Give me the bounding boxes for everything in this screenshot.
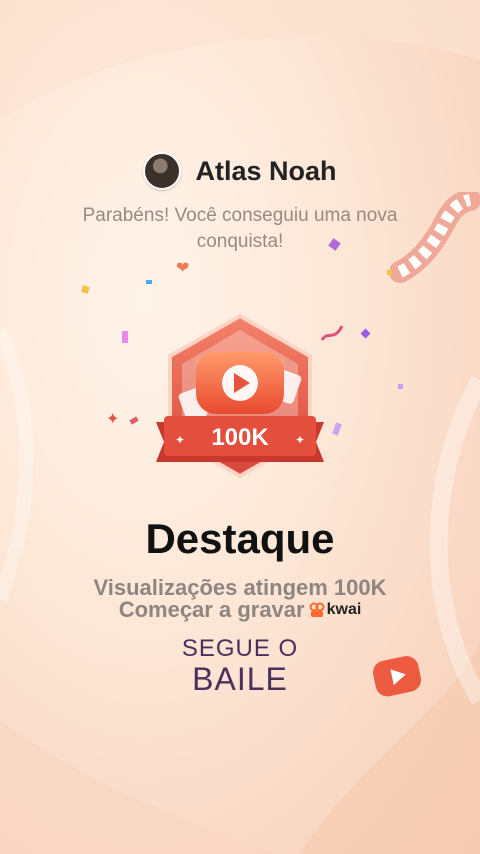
kwai-label: kwai (326, 601, 362, 618)
record-cta-label: Começar a gravar (118, 597, 305, 622)
confetti-piece (81, 285, 90, 294)
play-icon (196, 352, 284, 414)
confetti-heart: ❤ (176, 260, 190, 277)
achievement-badge: 100K ✦ ✦ (156, 313, 324, 479)
congrats-message: Parabéns! Você conseguiu uma nova conqui… (82, 205, 398, 252)
kwai-brand: kwai (309, 601, 362, 619)
sparkle-icon: ✦ (106, 411, 120, 428)
play-decoration-icon (373, 656, 422, 697)
kwai-logo-icon (309, 602, 325, 617)
svg-text:✦: ✦ (175, 433, 185, 447)
confetti-piece (398, 384, 403, 389)
achievement-title: Destaque (145, 515, 335, 562)
confetti-piece (122, 331, 128, 343)
avatar[interactable] (143, 152, 182, 190)
badge-label: 100K (211, 424, 269, 451)
confetti-piece (146, 280, 152, 284)
record-cta[interactable]: Começar a gravar kwai (0, 597, 480, 623)
confetti-piece (332, 422, 342, 436)
svg-text:✦: ✦ (295, 433, 305, 447)
confetti-piece (360, 328, 371, 339)
username[interactable]: Atlas Noah (195, 156, 336, 187)
confetti-piece (129, 416, 139, 425)
confetti-piece (387, 270, 392, 275)
user-header: Atlas Noah (0, 152, 480, 190)
